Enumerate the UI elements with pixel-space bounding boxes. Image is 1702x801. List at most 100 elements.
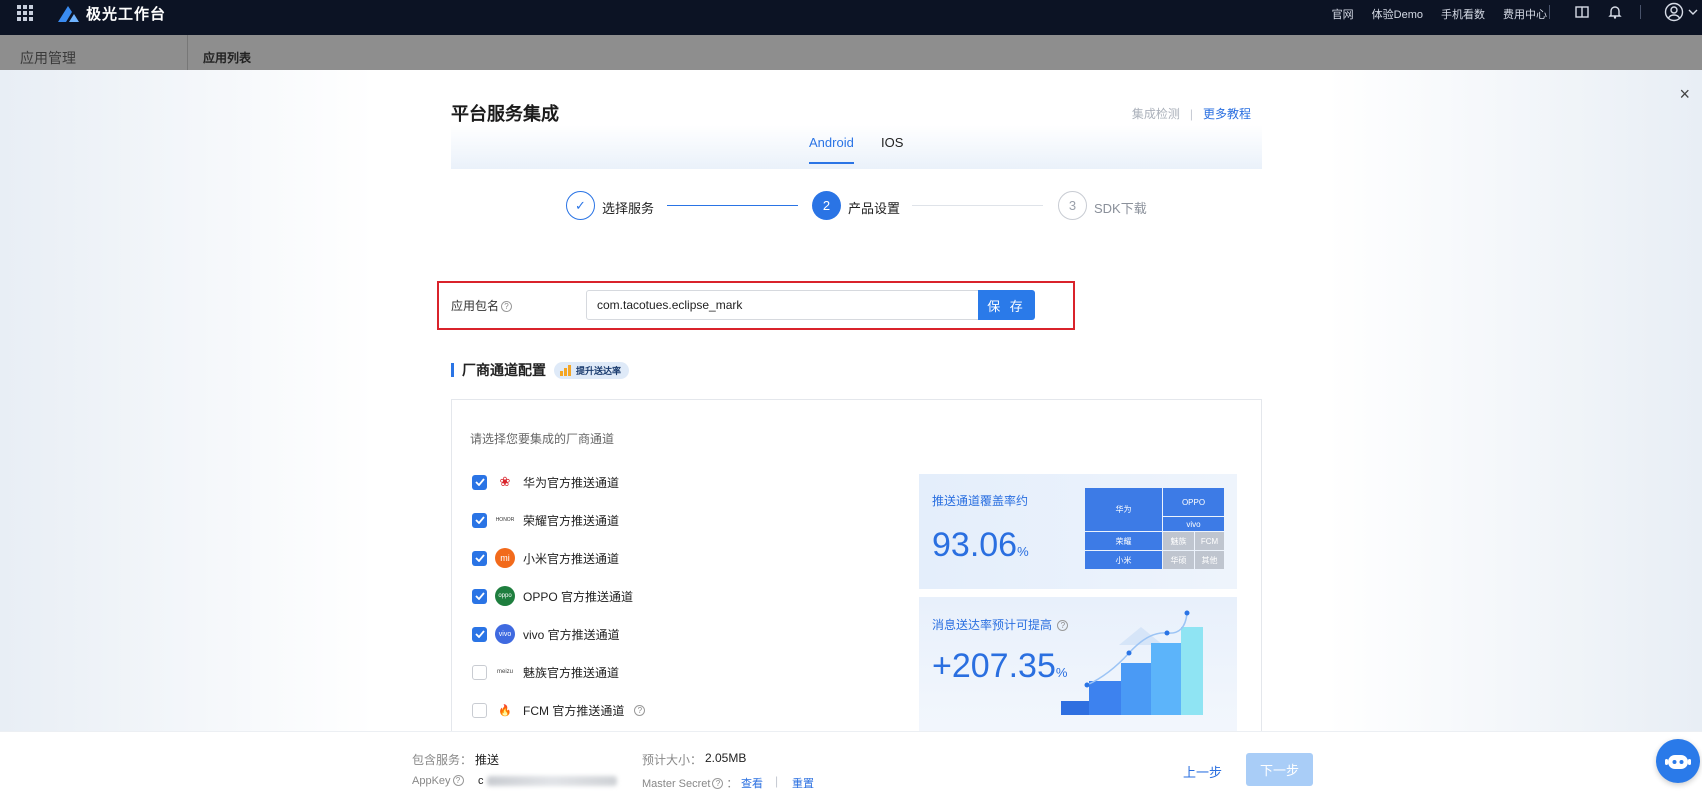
vendor-section-title: 厂商通道配置 (462, 362, 546, 378)
close-icon[interactable]: × (1679, 84, 1690, 105)
vendor-label: 小米官方推送通道 (523, 551, 620, 566)
step-1-check-icon: ✓ (566, 191, 595, 220)
step-3-number: 3 (1058, 191, 1087, 220)
improvement-value: +207.35% (932, 647, 1067, 686)
vendor-row-oppo[interactable]: oppo OPPO 官方推送通道 (472, 585, 633, 607)
platform-tabs: Android IOS (451, 125, 1262, 169)
tab-android[interactable]: Android (809, 135, 854, 164)
checkbox-checked[interactable] (472, 588, 487, 604)
app-grid-icon[interactable] (17, 5, 33, 21)
vendor-row-meizu[interactable]: meizu 魅族官方推送通道 (472, 661, 619, 683)
vendor-section-header: 厂商通道配置 提升送达率 (451, 360, 630, 380)
meizu-logo-icon: meizu (495, 662, 515, 682)
checkbox-unchecked[interactable] (472, 664, 487, 680)
top-nav-links: 官网 体验Demo 手机看数 费用中心 (1332, 6, 1547, 22)
check-icon (474, 630, 485, 638)
vendor-label: 荣耀官方推送通道 (523, 513, 620, 528)
nav-link-billing[interactable]: 费用中心 (1503, 6, 1547, 22)
treemap-huawei: 华为 (1085, 488, 1162, 531)
nav-link-website[interactable]: 官网 (1332, 6, 1354, 22)
next-step-button[interactable]: 下一步 (1246, 753, 1313, 786)
vendor-row-xiaomi[interactable]: mi 小米官方推送通道 (472, 547, 619, 569)
vendor-label: 魅族官方推送通道 (523, 665, 620, 680)
help-icon[interactable]: ? (712, 778, 724, 789)
check-icon (474, 554, 485, 562)
treemap-fcm: FCM (1195, 532, 1224, 550)
checkbox-checked[interactable] (472, 626, 487, 642)
vivo-logo-icon: vivo (495, 624, 515, 644)
help-icon[interactable]: ? (501, 301, 513, 312)
vendor-label: OPPO 官方推送通道 (523, 589, 634, 604)
vendor-label: vivo 官方推送通道 (523, 627, 620, 642)
app-manage-title: 应用管理 (20, 50, 76, 66)
link-divider: | (775, 774, 779, 788)
checkbox-checked[interactable] (472, 550, 487, 566)
vendor-row-fcm[interactable]: 🔥 FCM 官方推送通道 ? (472, 699, 646, 721)
vendor-label: 华为官方推送通道 (523, 475, 620, 490)
vendor-card: 请选择您要集成的厂商通道 ❀ 华为官方推送通道 HONOR 荣耀官方推送通道 m… (451, 399, 1262, 731)
checkbox-unchecked[interactable] (472, 702, 487, 718)
master-secret-text: Master Secret (642, 778, 711, 790)
coverage-value: 93.06% (932, 526, 1029, 565)
treemap-oppo: OPPO (1163, 488, 1224, 516)
vendor-row-huawei[interactable]: ❀ 华为官方推送通道 (472, 471, 619, 493)
vendor-row-honor[interactable]: HONOR 荣耀官方推送通道 (472, 509, 619, 531)
top-nav-bar: 极光工作台 官网 体验Demo 手机看数 费用中心 (0, 0, 1702, 35)
step-connector (667, 205, 798, 206)
help-icon[interactable]: ? (634, 704, 646, 716)
sub-header: 应用管理 应用列表 (0, 35, 1702, 70)
nav-divider (1640, 5, 1641, 19)
save-button[interactable]: 保 存 (978, 290, 1035, 320)
treemap-xiaomi: 小米 (1085, 551, 1162, 569)
help-icon[interactable]: ? (452, 775, 464, 786)
appkey-text: AppKey (412, 775, 451, 787)
delivery-rate-badge: 提升送达率 (554, 361, 630, 379)
check-icon (474, 516, 485, 524)
view-secret-link[interactable]: 查看 (741, 775, 763, 791)
coverage-panel: 推送通道覆盖率约 93.06% 华为 OPPO vivo 荣耀 魅族 FCM 小… (919, 474, 1237, 589)
coverage-unit: % (1017, 544, 1029, 559)
huawei-logo-icon: ❀ (495, 472, 515, 492)
checkbox-checked[interactable] (472, 512, 487, 528)
vendor-row-vivo[interactable]: vivo vivo 官方推送通道 (472, 623, 620, 645)
package-name-input[interactable] (586, 290, 979, 320)
user-avatar-icon[interactable] (1664, 2, 1684, 22)
step-2-label: 产品设置 (848, 201, 901, 216)
section-accent-bar (451, 363, 454, 377)
xiaomi-logo-icon: mi (495, 548, 515, 568)
tab-ios[interactable]: IOS (881, 135, 903, 150)
sub-header-divider (187, 35, 188, 70)
integration-check-link[interactable]: 集成检测 (1132, 105, 1180, 122)
modal-title: 平台服务集成 (451, 104, 559, 124)
size-value: 2.05MB (705, 751, 747, 765)
improvement-number: +207.35 (932, 647, 1056, 685)
link-divider: | (1189, 106, 1193, 121)
more-tutorials-link[interactable]: 更多教程 (1203, 105, 1251, 122)
check-icon (474, 478, 485, 486)
checkbox-checked[interactable] (472, 474, 487, 490)
appkey-blurred (487, 776, 617, 786)
nav-link-mobile-stats[interactable]: 手机看数 (1441, 6, 1485, 22)
bell-icon[interactable] (1607, 4, 1623, 20)
step-3-label: SDK下载 (1094, 201, 1147, 216)
nav-link-demo[interactable]: 体验Demo (1372, 6, 1423, 22)
treemap-meizu: 魅族 (1163, 532, 1194, 550)
vendor-prompt: 请选择您要集成的厂商通道 (470, 432, 615, 446)
step-connector (912, 205, 1043, 206)
check-icon (474, 592, 485, 600)
brand-logo[interactable]: 极光工作台 (57, 3, 166, 24)
book-icon[interactable] (1574, 4, 1590, 20)
previous-step-button[interactable]: 上一步 (1183, 762, 1222, 781)
fcm-logo-icon: 🔥 (495, 700, 515, 720)
chat-assistant-button[interactable] (1656, 739, 1700, 783)
chevron-down-icon[interactable] (1688, 4, 1698, 20)
size-label: 预计大小： (642, 753, 703, 767)
aurora-logo-icon (58, 5, 79, 22)
treemap-other: 其他 (1195, 551, 1224, 569)
step-1-label: 选择服务 (602, 201, 655, 216)
coverage-number: 93.06 (932, 526, 1018, 564)
reset-secret-link[interactable]: 重置 (792, 775, 814, 791)
oppo-logo-icon: oppo (495, 586, 515, 606)
nav-divider (1549, 5, 1550, 19)
improvement-text: 消息送达率预计可提高 (932, 618, 1053, 632)
